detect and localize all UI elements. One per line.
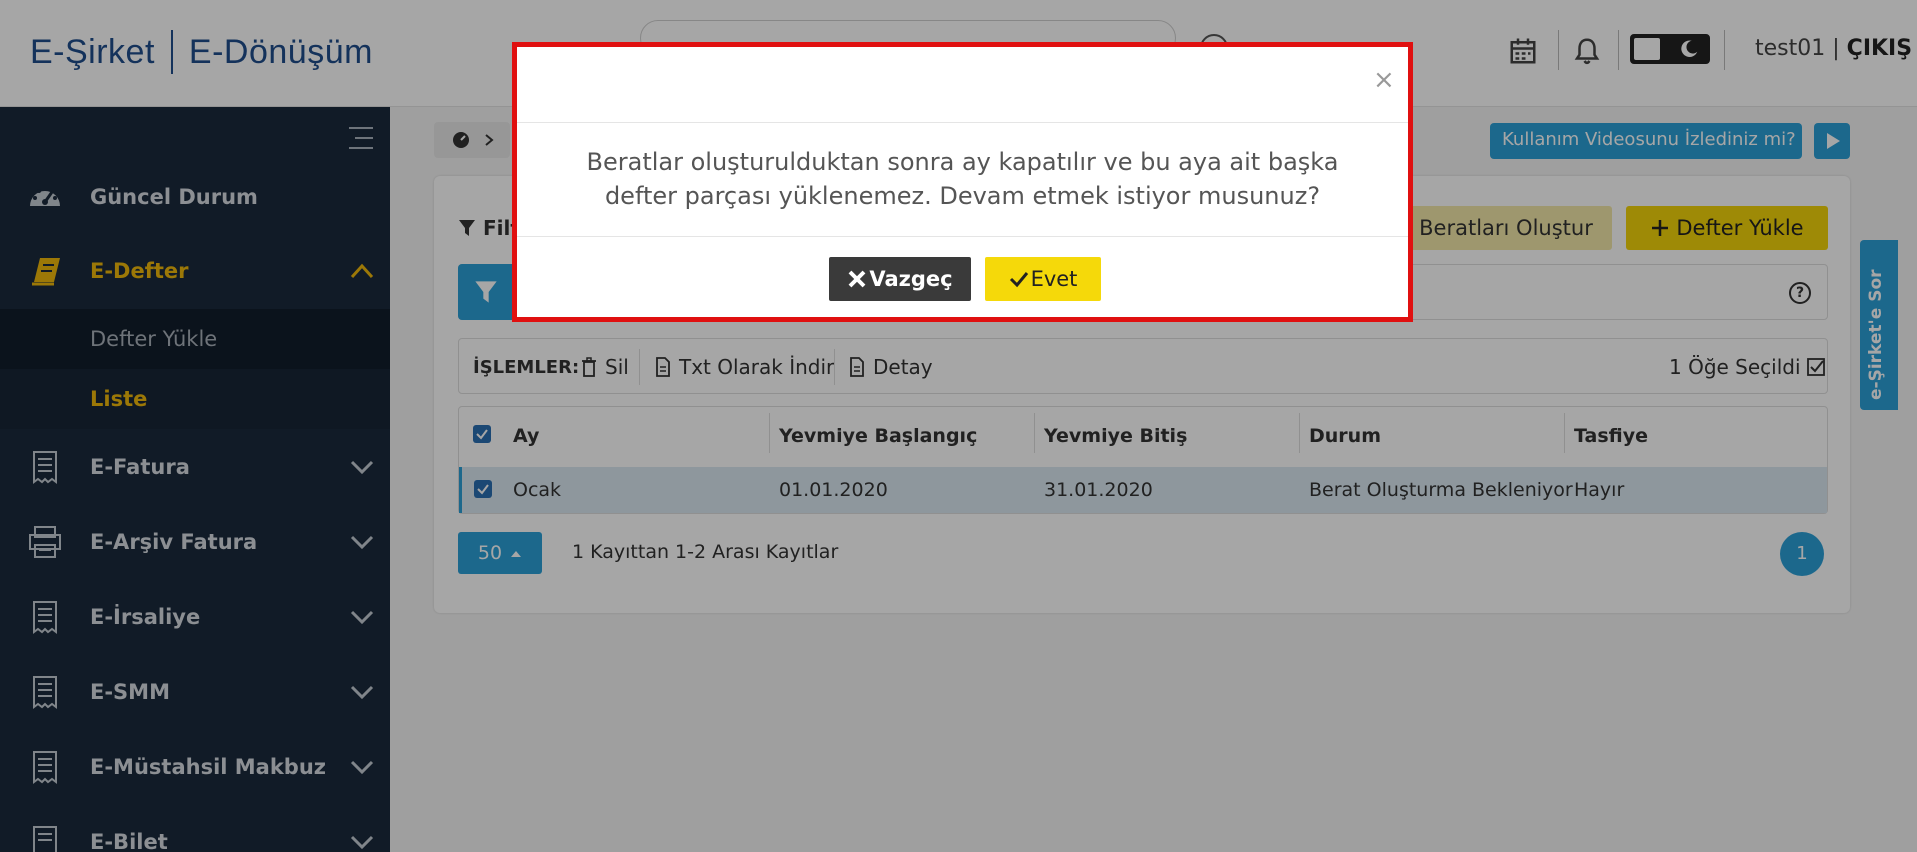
- confirm-label: Evet: [1030, 267, 1078, 291]
- dialog-message: Beratlar oluşturulduktan sonra ay kapatı…: [586, 148, 1339, 210]
- cancel-button[interactable]: Vazgeç: [829, 257, 971, 301]
- dialog-header: ×: [517, 47, 1408, 123]
- dialog-body: Beratlar oluşturulduktan sonra ay kapatı…: [517, 123, 1408, 237]
- close-icon[interactable]: ×: [1373, 65, 1395, 95]
- cancel-label: Vazgeç: [869, 267, 953, 291]
- checkmark-icon: [1009, 272, 1028, 288]
- close-icon: [848, 270, 866, 288]
- confirm-button[interactable]: Evet: [985, 257, 1101, 301]
- confirm-dialog: × Beratlar oluşturulduktan sonra ay kapa…: [512, 42, 1413, 322]
